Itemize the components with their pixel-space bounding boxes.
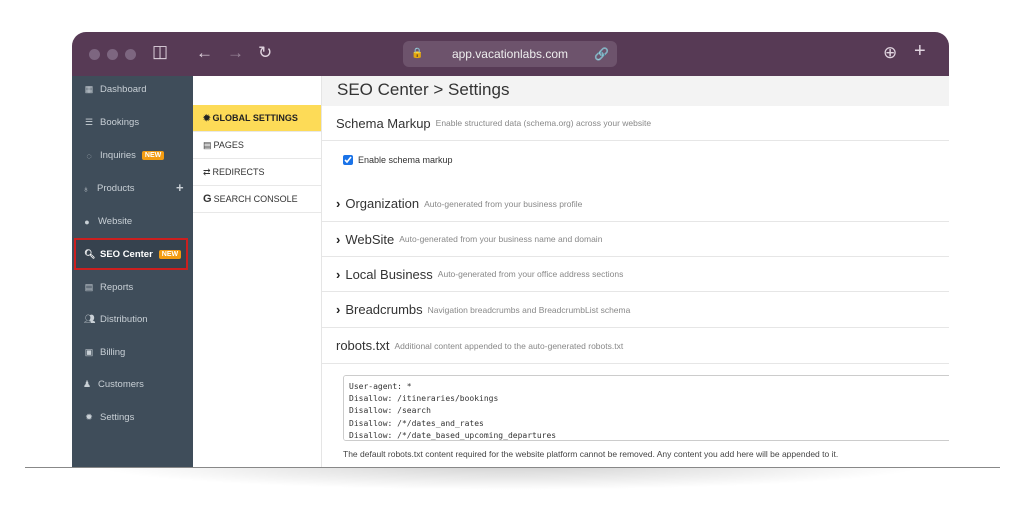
download-icon[interactable]: ⊕ xyxy=(883,43,897,63)
close-window-button[interactable] xyxy=(89,49,100,60)
new-tab-icon[interactable]: + xyxy=(914,40,926,63)
enable-schema-checkbox[interactable]: Enable schema markup xyxy=(343,155,453,165)
report-icon: ▤ xyxy=(84,282,94,292)
subnav-global-settings[interactable]: ✹ GLOBAL SETTINGS xyxy=(193,105,321,132)
schema-checkbox-input[interactable] xyxy=(343,155,353,165)
settings-panel: Schema Markup Enable structured data (sch… xyxy=(322,106,949,467)
new-badge: NEW xyxy=(158,249,182,259)
sidebar-item-billing[interactable]: ▣ Billing xyxy=(84,347,126,358)
chevron-right-icon: › xyxy=(336,302,341,317)
user-icon: ♟ xyxy=(82,379,92,389)
schema-markup-header: Schema Markup Enable structured data (sch… xyxy=(322,106,949,141)
new-badge: NEW xyxy=(141,151,165,160)
maximize-window-button[interactable] xyxy=(125,49,136,60)
sidebar-item-seo-center[interactable]: 🔍︎ SEO Center NEW xyxy=(74,238,188,270)
sidebar-item-inquiries[interactable]: ◌ Inquiries NEW xyxy=(84,150,165,161)
subnav-pages[interactable]: ▤ PAGES xyxy=(193,132,321,159)
chat-icon: ◌ xyxy=(86,150,92,161)
chevron-right-icon: › xyxy=(336,266,341,282)
section-breadcrumbs[interactable]: › Breadcrumbs Navigation breadcrumbs and B… xyxy=(322,292,949,328)
calendar-icon: ▦ xyxy=(84,84,94,94)
section-organization[interactable]: › Organization Auto-generated from your bu… xyxy=(322,186,949,222)
add-product-button[interactable]: + xyxy=(176,180,184,195)
users-icon: 👥︎ xyxy=(84,314,96,324)
main-content: SEO Center > Settings Schema Markup Enabl… xyxy=(322,76,949,467)
browser-toolbar: ◫ ← → ↻ 🔒 app.vacationlabs.com 🔗 ⊕ + xyxy=(72,32,949,76)
browser-window: ◫ ← → ↻ 🔒 app.vacationlabs.com 🔗 ⊕ + ▦ Da… xyxy=(72,32,949,467)
money-icon: ▣ xyxy=(84,347,94,357)
divider xyxy=(25,467,1000,468)
sidebar-item-customers[interactable]: ♟ Customers xyxy=(82,379,144,390)
sidebar-item-reports[interactable]: ▤ Reports xyxy=(84,282,134,293)
robots-note: The default robots.txt content required … xyxy=(343,449,839,459)
sidebar: ▦ Dashboard ☰ Bookings ◌ Inquiries NEW ♁ Prod… xyxy=(72,76,193,467)
url-text: app.vacationlabs.com xyxy=(451,47,569,61)
sidebar-item-dashboard[interactable]: ▦ Dashboard xyxy=(84,84,147,95)
page-title: SEO Center > Settings xyxy=(322,76,949,106)
lock-icon: 🔒 xyxy=(411,48,424,59)
chevron-right-icon: › xyxy=(336,196,341,211)
sidebar-item-website[interactable]: ● Website xyxy=(82,216,132,227)
address-bar[interactable]: 🔒 app.vacationlabs.com 🔗 xyxy=(403,41,617,67)
lightbulb-icon: ♁ xyxy=(82,183,90,194)
sidebar-toggle-icon[interactable]: ◫ xyxy=(152,42,168,62)
seo-subnav: ✹ GLOBAL SETTINGS ▤ PAGES ⇄ REDIRECTS G SEAR… xyxy=(193,76,322,467)
robots-txt-textarea[interactable]: User-agent: * Disallow: /itineraries/boo… xyxy=(343,375,949,441)
link-icon[interactable]: 🔗 xyxy=(594,41,609,67)
minimize-window-button[interactable] xyxy=(107,49,118,60)
sidebar-item-products[interactable]: ♁ Products xyxy=(81,183,135,194)
exchange-icon: ⇄ xyxy=(203,166,211,177)
sidebar-item-distribution[interactable]: 👥︎ Distribution xyxy=(84,314,148,325)
forward-icon[interactable]: → xyxy=(227,43,244,63)
section-website[interactable]: › WebSite Auto-generated from your busines… xyxy=(322,222,949,257)
robots-header: robots.txt Additional content appended to… xyxy=(322,328,949,364)
subnav-redirects[interactable]: ⇄ REDIRECTS xyxy=(193,159,321,186)
search-icon: 🔍︎ xyxy=(84,248,96,259)
sidebar-item-settings[interactable]: ✹ Settings xyxy=(84,412,134,423)
gear-icon: ✹ xyxy=(85,412,93,422)
chevron-right-icon: › xyxy=(336,231,341,247)
subnav-search-console[interactable]: G SEARCH CONSOLE xyxy=(193,186,321,213)
list-icon: ☰ xyxy=(84,117,94,127)
gear-icon: ✹ xyxy=(203,112,211,123)
globe-icon: ● xyxy=(84,216,90,227)
google-icon: G xyxy=(203,193,212,205)
sidebar-item-bookings[interactable]: ☰ Bookings xyxy=(84,117,139,128)
back-icon[interactable]: ← xyxy=(196,43,213,63)
file-icon: ▤ xyxy=(203,139,212,150)
section-local-business[interactable]: › Local Business Auto-generated from your … xyxy=(322,257,949,292)
reload-icon[interactable]: ↻ xyxy=(258,43,272,63)
